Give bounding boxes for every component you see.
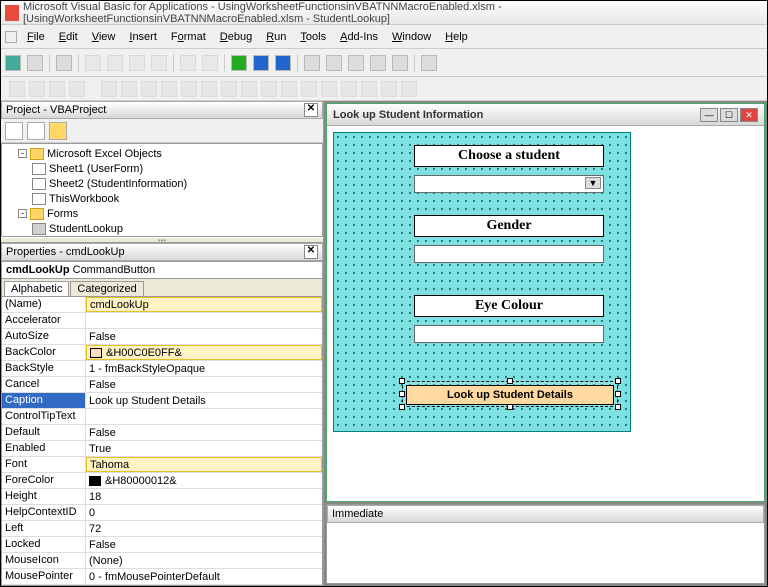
immediate-window: Immediate <box>326 504 765 584</box>
menu-window[interactable]: Window <box>386 29 437 45</box>
menu-tools[interactable]: Tools <box>294 29 332 45</box>
text-gender[interactable] <box>414 245 604 263</box>
property-row[interactable]: DefaultFalse <box>2 425 322 441</box>
property-row[interactable]: ControlTipText <box>2 409 322 425</box>
view-code-icon[interactable] <box>5 122 23 140</box>
stop-icon[interactable] <box>275 55 291 71</box>
tree-item[interactable]: Sheet1 (UserForm) <box>4 161 320 176</box>
app-icon <box>5 5 19 21</box>
tree-item[interactable]: StudentLookup <box>4 221 320 236</box>
properties-grid[interactable]: (Name)cmdLookUpAcceleratorAutoSizeFalseB… <box>1 296 323 586</box>
tree-item[interactable]: -Microsoft Excel Objects <box>4 146 320 161</box>
project-explorer-icon[interactable] <box>326 55 342 71</box>
sheet-icon <box>32 163 46 175</box>
toolbar-secondary <box>1 77 767 101</box>
property-row[interactable]: CancelFalse <box>2 377 322 393</box>
property-row[interactable]: LockedFalse <box>2 537 322 553</box>
app-title: Microsoft Visual Basic for Applications … <box>23 1 763 25</box>
copy-icon[interactable] <box>107 55 123 71</box>
property-row[interactable]: ForeColor&H80000012& <box>2 473 322 489</box>
menu-insert[interactable]: Insert <box>123 29 163 45</box>
text-eye-colour[interactable] <box>414 325 604 343</box>
project-tree[interactable]: -Microsoft Excel ObjectsSheet1 (UserForm… <box>1 143 323 237</box>
tree-item[interactable]: -Forms <box>4 206 320 221</box>
undo-icon[interactable] <box>180 55 196 71</box>
property-row[interactable]: CaptionLook up Student Details <box>2 393 322 409</box>
properties-title: Properties - cmdLookUp <box>6 246 125 258</box>
help-icon[interactable] <box>421 55 437 71</box>
property-row[interactable]: AutoSizeFalse <box>2 329 322 345</box>
view-object-icon[interactable] <box>27 122 45 140</box>
menu-help[interactable]: Help <box>439 29 474 45</box>
excel-icon[interactable] <box>5 55 21 71</box>
combo-student[interactable] <box>414 175 604 193</box>
toggle-folders-icon[interactable] <box>49 122 67 140</box>
label-gender[interactable]: Gender <box>414 215 604 237</box>
immediate-input[interactable] <box>327 523 764 583</box>
label-choose-student[interactable]: Choose a student <box>414 145 604 167</box>
window-icon[interactable] <box>5 31 17 43</box>
menu-view[interactable]: View <box>86 29 122 45</box>
property-row[interactable]: Accelerator <box>2 313 322 329</box>
close-icon[interactable]: ✕ <box>740 108 758 122</box>
menu-file[interactable]: File <box>21 29 51 45</box>
userform-surface[interactable]: Choose a student Gender Eye Colour Look … <box>333 132 631 432</box>
property-row[interactable]: Picture(None) <box>2 585 322 586</box>
tree-item[interactable]: ThisWorkbook <box>4 191 320 206</box>
sheet-icon <box>32 193 46 205</box>
run-icon[interactable] <box>231 55 247 71</box>
project-title: Project - VBAProject <box>6 104 106 116</box>
tree-item[interactable]: Sheet2 (StudentInformation) <box>4 176 320 191</box>
object-browser-icon[interactable] <box>370 55 386 71</box>
menu-run[interactable]: Run <box>260 29 292 45</box>
toolbar-btn[interactable] <box>27 55 43 71</box>
sheet-icon <box>32 178 46 190</box>
pause-icon[interactable] <box>253 55 269 71</box>
properties-panel: Properties - cmdLookUp ✕ cmdLookUp Comma… <box>1 243 323 586</box>
property-row[interactable]: (Name)cmdLookUp <box>2 297 322 313</box>
immediate-title: Immediate <box>332 508 383 520</box>
save-icon[interactable] <box>56 55 72 71</box>
form-designer-window: Look up Student Information — ☐ ✕ Choose… <box>326 103 765 502</box>
minimize-icon[interactable]: — <box>700 108 718 122</box>
cut-icon[interactable] <box>85 55 101 71</box>
property-row[interactable]: Left72 <box>2 521 322 537</box>
menu-addins[interactable]: Add-Ins <box>334 29 384 45</box>
redo-icon[interactable] <box>202 55 218 71</box>
property-row[interactable]: BackColor&H00C0E0FF& <box>2 345 322 361</box>
lookup-button[interactable]: Look up Student Details <box>406 385 614 405</box>
menu-format[interactable]: Format <box>165 29 212 45</box>
property-row[interactable]: MousePointer0 - fmMousePointerDefault <box>2 569 322 585</box>
property-row[interactable]: MouseIcon(None) <box>2 553 322 569</box>
t2-btn[interactable] <box>9 81 25 97</box>
close-icon[interactable]: ✕ <box>304 245 318 259</box>
property-row[interactable]: Height18 <box>2 489 322 505</box>
menubar: File Edit View Insert Format Debug Run T… <box>1 25 767 49</box>
paste-icon[interactable] <box>129 55 145 71</box>
menu-edit[interactable]: Edit <box>53 29 84 45</box>
property-row[interactable]: BackStyle1 - fmBackStyleOpaque <box>2 361 322 377</box>
toolbar <box>1 49 767 77</box>
properties-icon[interactable] <box>348 55 364 71</box>
folder-icon <box>30 148 44 160</box>
maximize-icon[interactable]: ☐ <box>720 108 738 122</box>
property-row[interactable]: HelpContextID0 <box>2 505 322 521</box>
property-row[interactable]: EnabledTrue <box>2 441 322 457</box>
design-mode-icon[interactable] <box>304 55 320 71</box>
property-row[interactable]: FontTahoma <box>2 457 322 473</box>
tab-categorized[interactable]: Categorized <box>70 281 143 296</box>
label-eye-colour[interactable]: Eye Colour <box>414 295 604 317</box>
app-titlebar: Microsoft Visual Basic for Applications … <box>1 1 767 25</box>
find-icon[interactable] <box>151 55 167 71</box>
project-explorer: Project - VBAProject ✕ -Microsoft Excel … <box>1 101 323 243</box>
form-icon <box>32 223 46 235</box>
userform-title: Look up Student Information <box>333 109 483 121</box>
folder-icon <box>30 208 44 220</box>
tab-alphabetic[interactable]: Alphabetic <box>4 281 69 296</box>
object-selector[interactable]: cmdLookUp CommandButton <box>1 261 323 279</box>
close-icon[interactable]: ✕ <box>304 103 318 117</box>
menu-debug[interactable]: Debug <box>214 29 258 45</box>
toolbox-icon[interactable] <box>392 55 408 71</box>
